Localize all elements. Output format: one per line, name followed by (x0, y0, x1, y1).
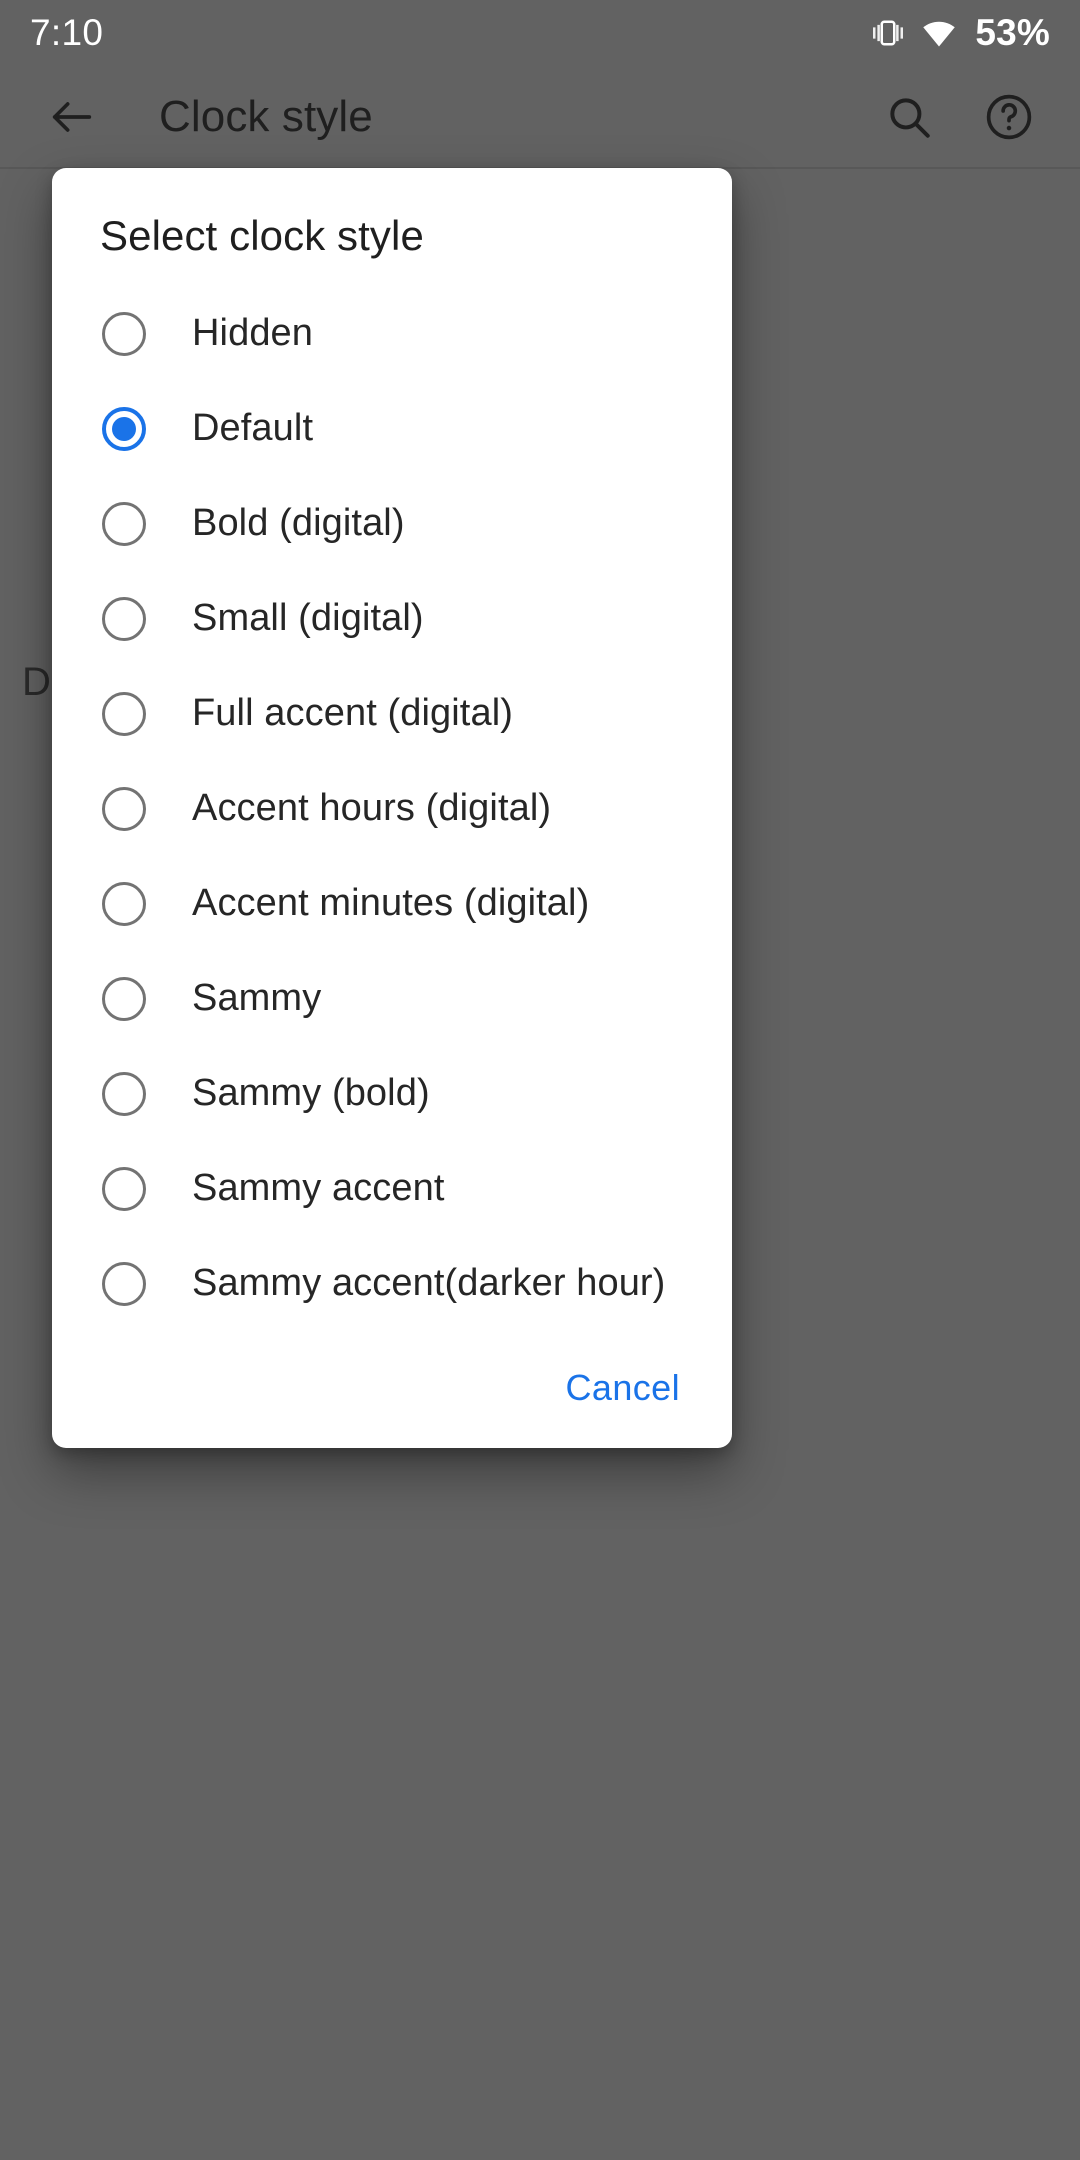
radio-option-accent-minutes-digital[interactable]: Accent minutes (digital) (52, 856, 732, 951)
radio-option-label: Bold (digital) (192, 502, 405, 544)
radio-option-default[interactable]: Default (52, 381, 732, 476)
battery-percent: 53% (975, 12, 1050, 53)
radio-option-sammy-accent-darker-hour[interactable]: Sammy accent(darker hour) (52, 1236, 732, 1331)
radio-icon[interactable] (102, 1261, 146, 1306)
radio-icon[interactable] (102, 501, 146, 546)
cancel-button[interactable]: Cancel (548, 1353, 698, 1423)
radio-option-label: Sammy accent(darker hour) (192, 1262, 666, 1304)
status-indicators: 53% (873, 12, 1050, 54)
clock-style-radio-group: Hidden Default Bold (digital) Small (dig… (52, 260, 732, 1331)
back-arrow-icon[interactable] (40, 85, 104, 149)
radio-icon-selected[interactable] (102, 406, 146, 451)
dialog-title: Select clock style (100, 212, 424, 259)
radio-option-sammy[interactable]: Sammy (52, 951, 732, 1046)
app-bar: Clock style (0, 66, 1080, 168)
radio-option-hidden[interactable]: Hidden (52, 286, 732, 381)
status-time: 7:10 (30, 12, 104, 53)
status-bar: 7:10 53% (0, 0, 1080, 66)
radio-icon[interactable] (102, 881, 146, 926)
radio-option-label: Sammy (192, 977, 322, 1019)
radio-icon[interactable] (102, 1166, 146, 1211)
search-icon[interactable] (878, 86, 940, 148)
help-circle-icon[interactable] (978, 86, 1040, 148)
radio-option-sammy-bold[interactable]: Sammy (bold) (52, 1046, 732, 1141)
radio-option-bold-digital[interactable]: Bold (digital) (52, 476, 732, 571)
app-bar-actions (878, 86, 1040, 148)
select-clock-style-dialog: Select clock style Hidden Default Bold (… (52, 168, 732, 1448)
radio-option-accent-hours-digital[interactable]: Accent hours (digital) (52, 761, 732, 856)
phone-screen: D 7:10 53% Clock style Select clock styl… (0, 0, 1080, 2160)
background-content-ghost: D (22, 660, 51, 704)
radio-option-label: Small (digital) (192, 597, 424, 639)
radio-option-small-digital[interactable]: Small (digital) (52, 571, 732, 666)
radio-icon[interactable] (102, 596, 146, 641)
wifi-icon (919, 15, 959, 51)
radio-option-label: Hidden (192, 312, 314, 354)
radio-option-label: Sammy accent (192, 1167, 445, 1209)
radio-option-label: Accent hours (digital) (192, 787, 552, 829)
radio-option-sammy-accent[interactable]: Sammy accent (52, 1141, 732, 1236)
radio-icon[interactable] (102, 1071, 146, 1116)
vibrate-icon (873, 15, 904, 51)
radio-icon[interactable] (102, 786, 146, 831)
page-title: Clock style (159, 92, 373, 141)
dialog-action-bar: Cancel (52, 1328, 732, 1448)
radio-icon[interactable] (102, 691, 146, 736)
radio-option-label: Sammy (bold) (192, 1072, 430, 1114)
radio-option-label: Default (192, 407, 314, 449)
radio-option-label: Accent minutes (digital) (192, 882, 590, 924)
radio-option-full-accent-digital[interactable]: Full accent (digital) (52, 666, 732, 761)
radio-icon[interactable] (102, 976, 146, 1021)
radio-icon[interactable] (102, 311, 146, 356)
radio-option-label: Full accent (digital) (192, 692, 513, 734)
